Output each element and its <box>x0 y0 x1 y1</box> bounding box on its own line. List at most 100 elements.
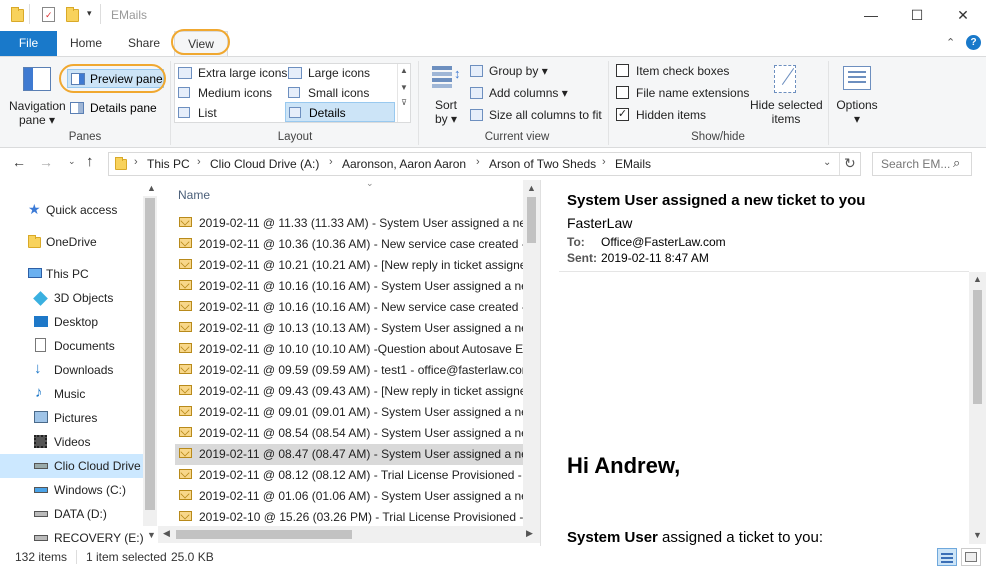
small-icons-icon <box>288 87 300 98</box>
options-button[interactable]: Options ▾ <box>835 98 879 126</box>
nav-item-documents[interactable]: Documents <box>0 334 140 358</box>
breadcrumb-client[interactable]: Aaronson, Aaron Aaron <box>342 157 466 171</box>
large-icons-view-icon[interactable] <box>961 548 981 566</box>
back-icon[interactable]: ← <box>12 154 26 170</box>
nav-item-label: This PC <box>46 267 89 281</box>
details-view-icon[interactable] <box>937 548 957 566</box>
file-row[interactable]: 2019-02-11 @ 10.10 (10.10 AM) -Question … <box>175 339 540 360</box>
scroll-right-icon[interactable]: ▶ <box>526 528 533 539</box>
nav-item-windows-c[interactable]: Windows (C:) <box>0 478 140 502</box>
nav-item-quick-access[interactable]: ★ Quick access <box>0 198 140 222</box>
nav-item-this-pc[interactable]: This PC <box>0 262 140 286</box>
scroll-up-icon[interactable]: ▲ <box>973 274 982 284</box>
address-bar[interactable]: › This PC › Clio Cloud Drive (A:) › Aaro… <box>108 152 861 176</box>
nav-item-downloads[interactable]: ↓ Downloads <box>0 358 140 382</box>
envelope-icon <box>179 343 192 353</box>
properties-icon[interactable]: ✓ <box>42 7 55 22</box>
nav-item-pictures[interactable]: Pictures <box>0 406 140 430</box>
customize-toolbar-icon[interactable]: ▾ <box>87 8 92 19</box>
file-row[interactable]: 2019-02-11 @ 11.33 (11.33 AM) - System U… <box>175 213 540 234</box>
file-list-hscrollbar[interactable]: ◀ ▶ <box>158 526 540 543</box>
close-button[interactable]: ✕ <box>940 0 986 31</box>
envelope-icon <box>179 385 192 395</box>
file-row[interactable]: 2019-02-11 @ 09.43 (09.43 AM) - [New rep… <box>175 381 540 402</box>
file-row[interactable]: 2019-02-11 @ 09.59 (09.59 AM) - test1 - … <box>175 360 540 381</box>
column-header-name[interactable]: Name <box>175 188 375 208</box>
sort-by-button[interactable]: Sort by ▾ <box>432 98 460 126</box>
sort-by-label-2: by ▾ <box>434 112 458 126</box>
file-row[interactable]: 2019-02-11 @ 08.54 (08.54 AM) - System U… <box>175 423 540 444</box>
minimize-button[interactable]: — <box>848 0 894 31</box>
scroll-up-icon[interactable]: ▲ <box>147 183 156 193</box>
selection-size: 25.0 KB <box>171 550 214 564</box>
nav-item-data-d[interactable]: DATA (D:) <box>0 502 140 526</box>
hide-selected-items-icon <box>774 65 796 93</box>
hide-selected-items-button[interactable]: Hide selected items <box>750 98 823 126</box>
hscroll-thumb[interactable] <box>176 530 352 539</box>
breadcrumb-this-pc[interactable]: This PC <box>147 157 190 171</box>
up-icon[interactable]: ↑ <box>86 153 94 170</box>
scroll-thumb[interactable] <box>973 290 982 404</box>
navigation-pane-label-2: pane ▾ <box>18 113 56 127</box>
email-body-rest: assigned a ticket to you: <box>657 529 823 546</box>
item-check-boxes-checkbox[interactable] <box>616 64 629 77</box>
large-icons-label: Large icons <box>308 66 371 80</box>
window-title: EMails <box>111 8 148 22</box>
file-row[interactable]: 2019-02-11 @ 10.21 (10.21 AM) - [New rep… <box>175 255 540 276</box>
navigation-pane-button[interactable]: Navigation pane ▾ <box>9 99 66 127</box>
file-row[interactable]: 2019-02-11 @ 09.01 (09.01 AM) - System U… <box>175 402 540 423</box>
envelope-icon <box>179 364 192 374</box>
file-row[interactable]: 2019-02-11 @ 01.06 (01.06 AM) - System U… <box>175 486 540 507</box>
scroll-down-icon[interactable]: ▼ <box>147 530 156 540</box>
maximize-button[interactable]: ☐ <box>894 0 940 31</box>
refresh-icon[interactable]: ↻ <box>844 155 856 172</box>
layout-gallery-scroll[interactable]: ▲ ▼ ⊽ <box>397 64 410 122</box>
nav-item-clio-cloud-drive[interactable]: Clio Cloud Drive <box>0 454 143 478</box>
breadcrumb-separator: › <box>197 156 201 168</box>
forward-icon[interactable]: → <box>39 154 53 170</box>
scroll-left-icon[interactable]: ◀ <box>163 528 170 539</box>
file-row[interactable]: 2019-02-11 @ 10.13 (10.13 AM) - System U… <box>175 318 540 339</box>
tab-share[interactable]: Share <box>120 31 168 56</box>
divider <box>29 4 30 24</box>
collapse-ribbon-icon[interactable]: ⌃ <box>946 36 955 49</box>
file-row[interactable]: 2019-02-11 @ 10.16 (10.16 AM) - System U… <box>175 276 540 297</box>
nav-item-label: Downloads <box>54 363 114 377</box>
file-row[interactable]: 2019-02-11 @ 08.47 (08.47 AM) - System U… <box>175 444 540 465</box>
address-dropdown-icon[interactable]: ⌄ <box>823 157 831 168</box>
help-icon[interactable]: ? <box>966 35 981 50</box>
scroll-thumb[interactable] <box>527 197 536 243</box>
nav-item-label: Videos <box>54 435 91 449</box>
file-list-vscrollbar[interactable]: ▲ <box>523 180 540 526</box>
details-option[interactable]: Details <box>285 102 395 122</box>
tab-home[interactable]: Home <box>62 31 110 56</box>
tab-file[interactable]: File <box>0 31 57 56</box>
nav-item-3d-objects[interactable]: 3D Objects <box>0 286 140 310</box>
file-row[interactable]: 2019-02-11 @ 10.36 (10.36 AM) - New serv… <box>175 234 540 255</box>
nav-scrollbar[interactable] <box>143 196 157 526</box>
breadcrumb-matter[interactable]: Arson of Two Sheds <box>489 157 596 171</box>
file-name-extensions-checkbox[interactable] <box>616 86 629 99</box>
breadcrumb-emails[interactable]: EMails <box>615 157 651 171</box>
scroll-up-icon[interactable]: ▲ <box>527 183 536 193</box>
nav-item-label: OneDrive <box>46 235 97 249</box>
new-folder-icon[interactable] <box>66 7 79 22</box>
file-row[interactable]: 2019-02-11 @ 08.12 (08.12 AM) - Trial Li… <box>175 465 540 486</box>
list-icon <box>178 107 190 118</box>
nav-item-videos[interactable]: Videos <box>0 430 140 454</box>
scroll-down-icon[interactable]: ▼ <box>973 530 982 540</box>
breadcrumb-clio-cloud-drive[interactable]: Clio Cloud Drive (A:) <box>210 157 319 171</box>
nav-item-desktop[interactable]: Desktop <box>0 310 140 334</box>
preview-scrollbar[interactable]: ▲ ▼ <box>969 272 986 544</box>
nav-item-onedrive[interactable]: OneDrive <box>0 230 140 254</box>
envelope-icon <box>179 448 192 458</box>
file-row[interactable]: 2019-02-11 @ 10.16 (10.16 AM) - New serv… <box>175 297 540 318</box>
file-row[interactable]: 2019-02-10 @ 15.26 (03.26 PM) - Trial Li… <box>175 507 540 528</box>
nav-item-music[interactable]: ♪ Music <box>0 382 140 406</box>
hidden-items-checkbox[interactable]: ✓ <box>616 108 629 121</box>
details-pane-button[interactable]: Details pane <box>70 99 165 118</box>
email-body-line: System User assigned a ticket to you: <box>567 529 823 546</box>
ribbon-tabs: File Home Share View ⌃ ? <box>0 29 986 56</box>
search-input[interactable]: Search EM... ⌕ <box>872 152 972 176</box>
recent-locations-icon[interactable]: ⌄ <box>68 156 76 167</box>
